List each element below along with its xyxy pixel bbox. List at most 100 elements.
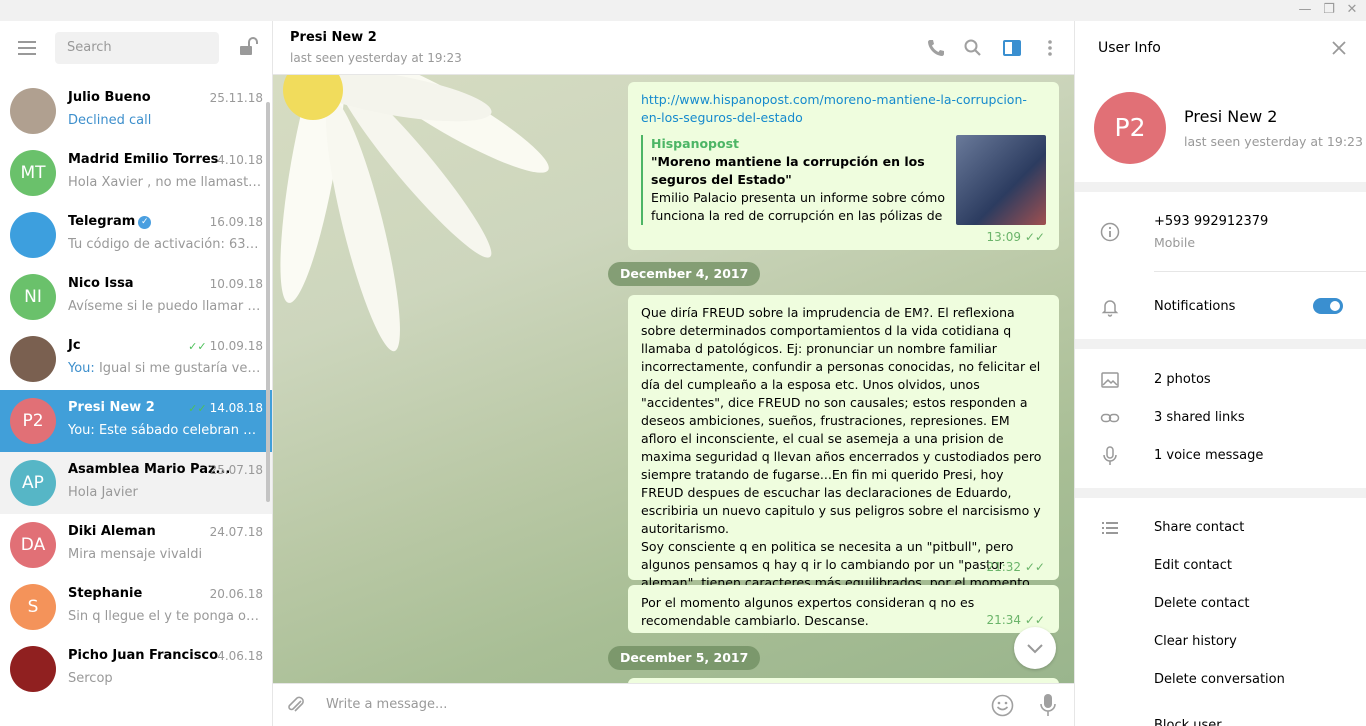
chat-name: Julio Bueno [68,90,151,105]
preview-description: Emilio Palacio presenta un informe sobre… [651,190,945,223]
chat-name: Picho Juan Francisco [68,648,219,663]
chat-list-panel: Search AP👌👌Julio Bueno25.11.18Declined c… [0,21,273,726]
date-divider: December 4, 2017 [608,262,761,286]
peer-status: last seen yesterday at 19:23 [290,51,462,65]
chat-background: http://www.hispanopost.com/moreno-mantie… [273,75,1074,683]
panel-title: User Info [1098,40,1161,56]
link-icon [1100,413,1120,423]
delete-contact-button[interactable]: Delete contact [1154,596,1250,611]
chat-preview: Declined call [68,113,152,128]
chat-list-item[interactable]: DA Diki Aleman 24.07.18 Mira mensaje vivald… [0,514,272,576]
chat-list-item[interactable]: S Stephanie 20.06.18 Sin q llegue el y te p… [0,576,272,638]
peer-name[interactable]: Presi New 2 [290,30,377,45]
voice-messages[interactable]: 1 voice message [1154,448,1263,463]
chat-date: 25.11.18 [209,91,263,105]
chat-date: 16.09.18 [209,215,263,229]
chat-list-item[interactable]: Julio Bueno 25.11.18 Declined call [0,80,272,142]
conversation-header: Presi New 2 last seen yesterday at 19:23 [273,21,1074,75]
emoji-icon[interactable] [991,694,1014,717]
chat-date: ✓✓ 10.09.18 [188,339,263,353]
attach-icon[interactable] [285,694,307,716]
close-window-button[interactable]: ✕ [1344,3,1360,17]
chat-name: Presi New 2 [68,400,155,415]
shared-links[interactable]: 3 shared links [1154,410,1245,425]
chat-list-scrollbar[interactable] [266,102,270,502]
edit-contact-button[interactable]: Edit contact [1154,558,1232,573]
menu-icon[interactable] [18,41,36,55]
message-time: 21:32 ✓✓ [986,560,1045,574]
notifications-toggle[interactable] [1313,298,1343,314]
message-bubble-text[interactable]: Que diría FREUD sobre la imprudencia de … [628,295,1059,608]
message-bubble-text[interactable]: Por el momento algunos expertos consider… [628,585,1059,633]
block-user-button[interactable]: Block user [1154,718,1222,726]
message-bubble-link[interactable]: http://www.hispanopost.com/moreno-mantie… [628,82,1059,250]
chat-date: 20.06.18 [209,587,263,601]
avatar: S [10,584,56,630]
avatar: AP [10,460,56,506]
chat-preview: Sin q llegue el y te ponga obstá... [68,609,264,624]
preview-title: "Moreno mantiene la corrupción en los se… [651,154,925,187]
preview-image[interactable] [956,135,1046,225]
phone-icon[interactable] [926,38,946,58]
photo-icon [1101,372,1119,388]
search-input[interactable]: Search [55,32,219,64]
lock-icon[interactable] [237,36,259,58]
chat-name: Stephanie [68,586,143,601]
notifications-label: Notifications [1154,299,1236,314]
avatar [10,212,56,258]
share-contact-button[interactable]: Share contact [1154,520,1244,535]
avatar: P2 [10,398,56,444]
chat-list-item[interactable]: Picho Juan Francisco 4.06.18 Sercop [0,638,272,700]
chat-date: ✓✓ 14.08.18 [188,401,263,415]
message-text: Por el momento algunos expertos consider… [641,595,975,628]
chat-preview: You: Este sábado celebran 4 a... [68,423,264,438]
avatar[interactable]: P2 [1094,92,1166,164]
chat-name: Madrid Emilio Torres [68,152,219,167]
avatar [10,336,56,382]
link-preview[interactable]: Hispanopost "Moreno mantiene la corrupci… [641,135,1046,225]
microphone-icon[interactable] [1038,693,1058,717]
sidebar-toggle-icon[interactable] [1002,38,1022,58]
chat-list-item[interactable]: Telegram ✓ 16.09.18 Tu código de activación… [0,204,272,266]
chat-list-item[interactable]: MT Madrid Emilio Torres 4.10.18 Hola Xavier… [0,142,272,204]
chat-list-item[interactable]: Jc ✓✓ 10.09.18 You: Igual si me gustaría ve… [0,328,272,390]
message-link[interactable]: http://www.hispanopost.com/moreno-mantie… [641,91,1046,127]
chat-preview: Mira mensaje vivaldi [68,547,203,562]
message-text: Que diría FREUD sobre la imprudencia de … [641,305,1042,536]
maximize-button[interactable]: ❐ [1321,3,1337,17]
minimize-button[interactable]: — [1297,3,1313,17]
avatar: NI [10,274,56,320]
user-info-panel: User Info P2 Presi New 2 last seen yeste… [1074,21,1366,726]
read-ticks-icon: ✓✓ [188,402,207,415]
chat-name: Asamblea Mario Paz... [68,462,231,477]
close-icon[interactable] [1331,40,1347,56]
list-icon [1102,522,1118,534]
chat-list-item[interactable]: P2 Presi New 2 ✓✓ 14.08.18 You: Este sábado … [0,390,272,452]
bell-icon [1101,300,1119,317]
chat-date: 10.09.18 [209,277,263,291]
chat-list-item[interactable]: AP Asamblea Mario Paz... 25.07.18 Hola Javi… [0,452,272,514]
chat-list-item[interactable]: NI Nico Issa 10.09.18 Avíseme si le puedo l… [0,266,272,328]
chat-date: 24.07.18 [209,525,263,539]
scroll-down-button[interactable] [1014,627,1056,669]
message-input[interactable]: Write a message... [326,697,447,712]
user-status: last seen yesterday at 19:23 [1184,134,1363,149]
avatar [10,88,56,134]
user-name: Presi New 2 [1184,107,1278,126]
chat-preview: Tu código de activación: 63664 ... [68,237,264,252]
chat-date: 25.07.18 [209,463,263,477]
chat-preview: You: Igual si me gustaría verlo s... [68,361,264,376]
search-icon[interactable] [963,38,983,58]
date-divider: December 5, 2017 [608,646,761,670]
delete-conversation-button[interactable]: Delete conversation [1154,672,1285,687]
sidebar-header: Search [0,21,272,75]
chat-preview: Hola Xavier , no me llamaste y ... [68,175,264,190]
read-ticks-icon: ✓✓ [188,340,207,353]
phone-number[interactable]: +593 992912379 [1154,214,1268,229]
info-icon [1100,222,1120,242]
chat-date: 4.06.18 [217,649,263,663]
verified-icon: ✓ [138,216,152,229]
shared-photos[interactable]: 2 photos [1154,372,1211,387]
more-options-icon[interactable] [1040,38,1060,58]
clear-history-button[interactable]: Clear history [1154,634,1237,649]
